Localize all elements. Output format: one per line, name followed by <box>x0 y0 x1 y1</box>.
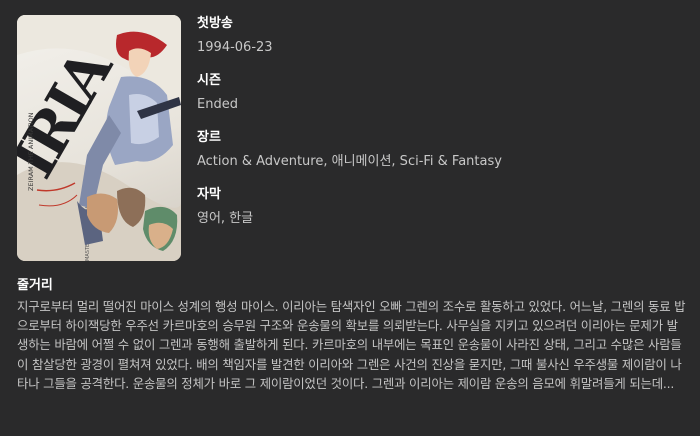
synopsis-text: 지구로부터 멀리 떨어진 마이스 성계의 행성 마이스. 이리아는 탐색자인 오… <box>17 299 686 391</box>
poster-image: IRIA ZEIRAM THE ANIMATION MASTER COLLECT… <box>17 15 181 261</box>
genre-value: Action & Adventure, 애니메이션, Sci-Fi & Fant… <box>197 154 502 169</box>
subtitles-value: 영어, 한글 <box>197 211 254 226</box>
synopsis-label: 줄거리 <box>17 278 53 293</box>
genre-label: 장르 <box>197 130 221 145</box>
genre-section: 장르 Action & Adventure, 애니메이션, Sci-Fi & F… <box>197 128 687 185</box>
first-air-label: 첫방송 <box>197 16 233 31</box>
season-value: Ended <box>197 97 238 112</box>
subtitles-label: 자막 <box>197 187 221 202</box>
season-section: 시즌 Ended <box>197 71 687 128</box>
first-air-value: 1994-06-23 <box>197 40 273 55</box>
poster-subtitle: ZEIRAM THE ANIMATION <box>27 112 35 191</box>
synopsis-section: 줄거리 지구로부터 멀리 떨어진 마이스 성계의 행성 마이스. 이리아는 탐색… <box>17 276 689 393</box>
first-air-section: 첫방송 1994-06-23 <box>197 14 687 71</box>
detail-panel: 첫방송 1994-06-23 시즌 Ended 장르 Action & Adve… <box>197 14 687 242</box>
subtitles-section: 자막 영어, 한글 <box>197 185 687 242</box>
season-label: 시즌 <box>197 73 221 88</box>
